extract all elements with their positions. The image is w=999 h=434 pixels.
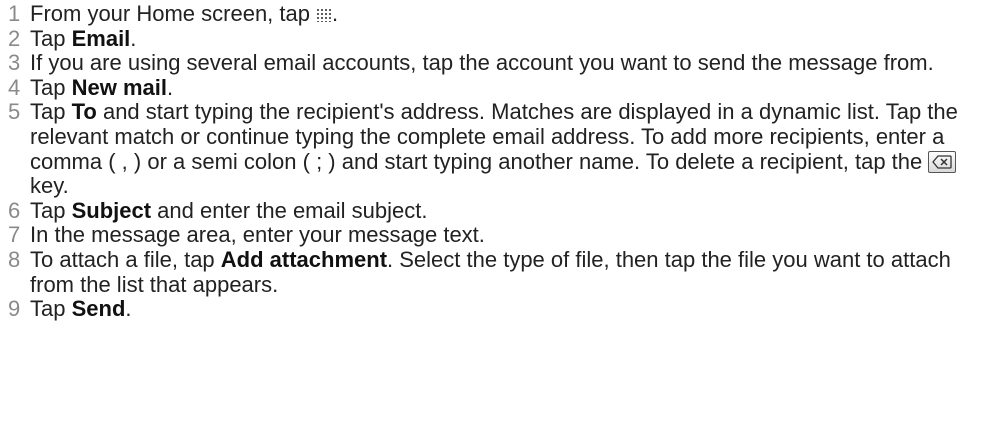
step-3: 3 If you are using several email account… [0, 51, 999, 76]
step-number: 8 [8, 246, 21, 272]
step-text: Tap New mail. [30, 74, 174, 100]
step-number: 2 [8, 25, 21, 51]
app-grid-icon [315, 8, 332, 22]
step-text: From your Home screen, tap. [30, 1, 339, 26]
step-text: Tap Subject and enter the email subject. [30, 197, 428, 223]
step-number: 7 [8, 222, 21, 248]
step-text: If you are using several email accounts,… [30, 50, 934, 76]
ui-term-new-mail: New mail [71, 74, 167, 100]
step-2: 2 Tap Email. [0, 25, 999, 52]
ui-term-email: Email [71, 25, 131, 51]
step-7: 7 In the message area, enter your messag… [0, 223, 999, 248]
backspace-key-icon [928, 150, 957, 173]
step-8: 8 To attach a file, tap Add attachment. … [0, 246, 999, 297]
step-text: To attach a file, tap Add attachment. Se… [30, 246, 951, 297]
step-9: 9 Tap Send. [0, 296, 999, 322]
step-text: Tap Email. [30, 25, 137, 51]
step-5: 5 Tap To and start typing the recipient'… [0, 100, 999, 198]
step-number: 1 [8, 1, 21, 26]
ui-term-add-attachment: Add attachment [220, 246, 388, 272]
step-text: Tap Send. [30, 296, 132, 322]
step-6: 6 Tap Subject and enter the email subjec… [0, 197, 999, 224]
step-4: 4 Tap New mail. [0, 74, 999, 101]
ui-term-to: To [71, 99, 97, 125]
step-text: In the message area, enter your message … [30, 222, 485, 248]
step-1: 1 From your Home screen, tap. [0, 1, 999, 27]
step-text: Tap To and start typing the recipient's … [30, 99, 958, 199]
step-number: 9 [8, 296, 21, 322]
ui-term-subject: Subject [71, 197, 152, 223]
ui-term-send: Send [71, 296, 126, 322]
step-number: 3 [8, 50, 21, 76]
step-number: 4 [8, 74, 21, 100]
step-number: 5 [8, 99, 21, 125]
step-number: 6 [8, 197, 21, 223]
instruction-steps: 1 From your Home screen, tap. 2 Tap Emai… [0, 1, 999, 322]
